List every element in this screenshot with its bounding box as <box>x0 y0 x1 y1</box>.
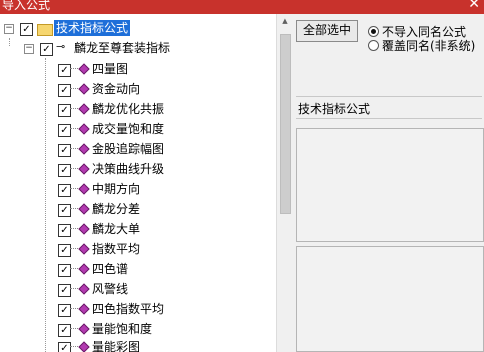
options-panel: 全部选中 不导入同名公式 覆盖同名(非系统) 技术指标公式 <box>292 14 484 352</box>
formula-icon <box>78 83 90 95</box>
description-box <box>296 128 484 242</box>
item-checkbox[interactable]: ✓ <box>58 184 71 197</box>
formula-icon <box>78 163 90 175</box>
folder-icon <box>37 24 53 36</box>
collapse-icon[interactable]: − <box>24 44 34 54</box>
tree-item[interactable]: ✓ 金股追踪幅图 <box>0 141 276 161</box>
item-checkbox[interactable]: ✓ <box>58 84 71 97</box>
tree-group-label[interactable]: 麟龙至尊套装指标 <box>74 40 170 56</box>
tree-root-label[interactable]: 技术指标公式 <box>54 20 131 36</box>
root-checkbox[interactable]: ✓ <box>20 23 33 36</box>
formula-icon <box>78 103 90 115</box>
tree-node-root[interactable]: − ✓ 技术指标公式 <box>0 20 276 40</box>
item-checkbox[interactable]: ✓ <box>58 324 71 337</box>
item-checkbox[interactable]: ✓ <box>58 224 71 237</box>
tree-item-label[interactable]: 麟龙优化共振 <box>92 101 164 117</box>
tree-item-label[interactable]: 金股追踪幅图 <box>92 141 164 157</box>
formula-icon <box>78 183 90 195</box>
tree-item[interactable]: ✓ 量能饱和度 <box>0 321 276 341</box>
tree-item[interactable]: ✓ 麟龙大单 <box>0 221 276 241</box>
formula-icon <box>78 263 90 275</box>
tree-scrollbar[interactable]: ▲ <box>276 14 293 352</box>
formula-tree: − ✓ 技术指标公式 − ✓ ⊸ 麟龙至尊套装指标 ✓ 四量图 ✓ 资金动向 ✓… <box>0 14 276 352</box>
scroll-thumb[interactable] <box>280 34 291 214</box>
radio-overwrite-label: 覆盖同名(非系统) <box>382 39 476 53</box>
tree-item[interactable]: ✓ 中期方向 <box>0 181 276 201</box>
tree-item[interactable]: ✓ 量能彩图 <box>0 339 276 352</box>
tree-item[interactable]: ✓ 成交量饱和度 <box>0 121 276 141</box>
item-checkbox[interactable]: ✓ <box>58 164 71 177</box>
item-checkbox[interactable]: ✓ <box>58 244 71 257</box>
tree-item-label[interactable]: 量能饱和度 <box>92 321 152 337</box>
formula-icon <box>78 341 90 352</box>
parameter-box <box>296 246 484 352</box>
formula-icon <box>78 143 90 155</box>
tree-item-label[interactable]: 指数平均 <box>92 241 140 257</box>
close-icon[interactable]: ✕ <box>468 0 480 11</box>
formula-icon <box>78 303 90 315</box>
formula-icon <box>78 63 90 75</box>
divider <box>296 118 482 119</box>
select-all-button[interactable]: 全部选中 <box>296 20 358 42</box>
tree-item[interactable]: ✓ 资金动向 <box>0 81 276 101</box>
tree-item-label[interactable]: 风警线 <box>92 281 128 297</box>
item-checkbox[interactable]: ✓ <box>58 204 71 217</box>
tree-item-label[interactable]: 四色指数平均 <box>92 301 164 317</box>
divider <box>296 96 482 97</box>
item-checkbox[interactable]: ✓ <box>58 124 71 137</box>
radio-button[interactable] <box>368 26 379 37</box>
item-checkbox[interactable]: ✓ <box>58 144 71 157</box>
tree-item[interactable]: ✓ 指数平均 <box>0 241 276 261</box>
item-checkbox[interactable]: ✓ <box>58 104 71 117</box>
info-title: 技术指标公式 <box>298 102 371 116</box>
tree-item[interactable]: ✓ 决策曲线升级 <box>0 161 276 181</box>
tree-node-group[interactable]: − ✓ ⊸ 麟龙至尊套装指标 <box>0 40 276 60</box>
tree-item[interactable]: ✓ 四色谱 <box>0 261 276 281</box>
collapse-icon[interactable]: − <box>4 24 14 34</box>
tree-item[interactable]: ✓ 风警线 <box>0 281 276 301</box>
item-checkbox[interactable]: ✓ <box>58 64 71 77</box>
item-checkbox[interactable]: ✓ <box>58 264 71 277</box>
formula-icon <box>78 283 90 295</box>
radio-button[interactable] <box>368 40 379 51</box>
tree-item-label[interactable]: 量能彩图 <box>92 339 140 352</box>
tree-item[interactable]: ✓ 四色指数平均 <box>0 301 276 321</box>
item-checkbox[interactable]: ✓ <box>58 304 71 317</box>
formula-icon <box>78 323 90 335</box>
tree-item-label[interactable]: 麟龙大单 <box>92 221 140 237</box>
tree-item[interactable]: ✓ 四量图 <box>0 61 276 81</box>
tree-item-label[interactable]: 四量图 <box>92 61 128 77</box>
formula-icon <box>78 123 90 135</box>
window-title: 导入公式 <box>2 0 51 12</box>
tree-item[interactable]: ✓ 麟龙分差 <box>0 201 276 221</box>
tree-item-label[interactable]: 成交量饱和度 <box>92 121 164 137</box>
tree-item[interactable]: ✓ 麟龙优化共振 <box>0 101 276 121</box>
item-checkbox[interactable]: ✓ <box>58 284 71 297</box>
tree-item-label[interactable]: 中期方向 <box>92 181 140 197</box>
key-icon: ⊸ <box>56 40 66 53</box>
formula-icon <box>78 203 90 215</box>
formula-icon <box>78 223 90 235</box>
formula-icon <box>78 243 90 255</box>
group-checkbox[interactable]: ✓ <box>40 43 53 56</box>
title-bar: 导入公式 ✕ <box>0 0 484 14</box>
tree-item-label[interactable]: 决策曲线升级 <box>92 161 164 177</box>
tree-item-label[interactable]: 资金动向 <box>92 81 140 97</box>
tree-item-label[interactable]: 麟龙分差 <box>92 201 140 217</box>
tree-item-label[interactable]: 四色谱 <box>92 261 128 277</box>
scroll-up-icon[interactable]: ▲ <box>277 14 293 28</box>
